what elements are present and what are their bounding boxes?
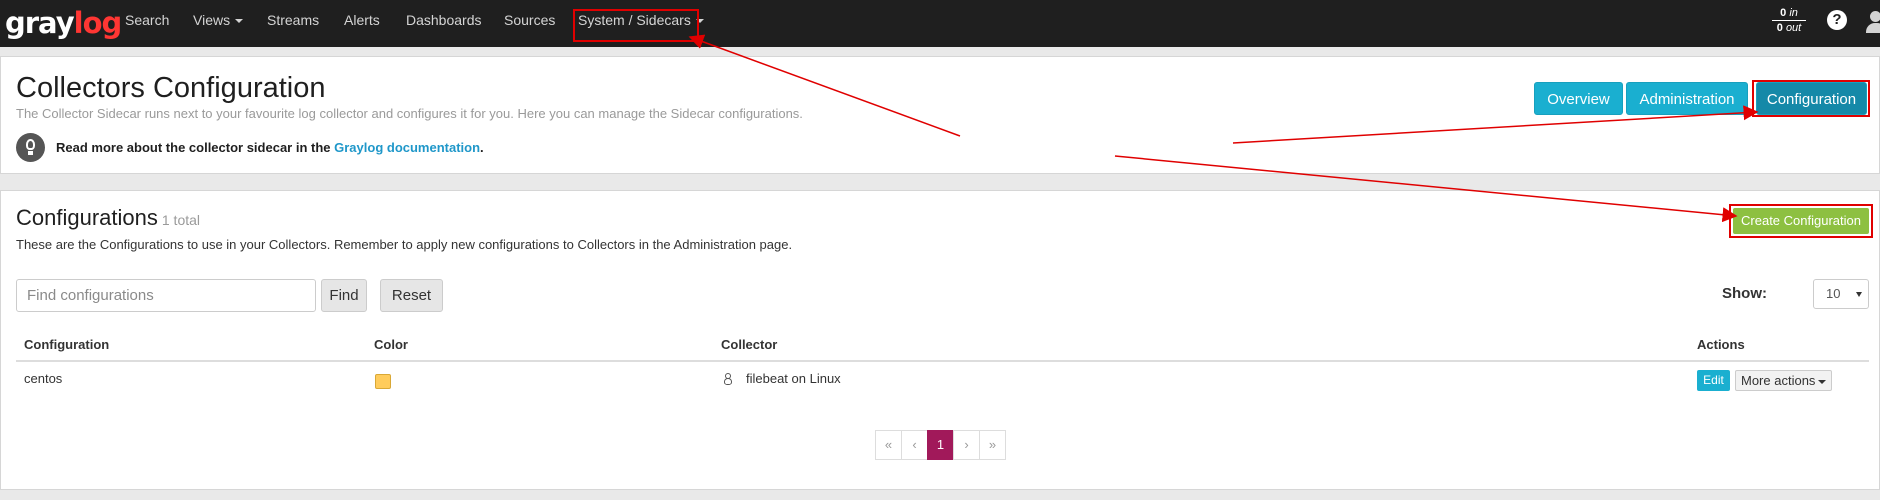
column-header-configuration[interactable]: Configuration (24, 337, 109, 352)
more-actions-label: More actions (1741, 373, 1816, 388)
help-icon[interactable]: ? (1827, 10, 1847, 30)
highlight-box-create (1729, 204, 1873, 238)
read-more-text: Read more about the collector sidecar in… (56, 140, 484, 155)
edit-button[interactable]: Edit (1697, 370, 1730, 391)
pagination-first[interactable]: « (875, 430, 902, 460)
logo-text-gray: gray (5, 6, 75, 40)
nav-streams[interactable]: Streams (267, 12, 319, 28)
highlight-box-configuration (1752, 80, 1870, 117)
pagination-page-1[interactable]: 1 (927, 430, 954, 460)
more-actions-button[interactable]: More actions (1735, 370, 1832, 391)
table-header-divider (16, 360, 1869, 362)
nav-dashboards[interactable]: Dashboards (406, 12, 482, 28)
configuration-name[interactable]: centos (24, 371, 62, 386)
throughput-in-label: in (1789, 7, 1798, 19)
overview-button[interactable]: Overview (1534, 82, 1623, 115)
user-icon-body (1866, 23, 1880, 33)
color-swatch (375, 374, 391, 389)
find-button[interactable]: Find (321, 279, 367, 312)
nav-alerts[interactable]: Alerts (344, 12, 380, 28)
collector-name: filebeat on Linux (746, 371, 841, 386)
nav-search[interactable]: Search (125, 12, 169, 28)
reset-button[interactable]: Reset (380, 279, 443, 312)
logo-text-log: log (73, 6, 123, 40)
graylog-logo[interactable]: graylog (5, 6, 123, 40)
caret-down-icon (235, 19, 244, 24)
page-size-value: 10 (1826, 286, 1841, 301)
read-more-suffix: . (480, 140, 484, 155)
read-more-prefix: Read more about the collector sidecar in… (56, 140, 331, 155)
column-header-collector[interactable]: Collector (721, 337, 777, 352)
caret-down-icon (1818, 379, 1827, 384)
throughput-in-value: 0 (1780, 7, 1787, 19)
user-icon-head (1870, 11, 1880, 22)
page-description: The Collector Sidecar runs next to your … (16, 106, 803, 121)
highlight-box-system (573, 9, 699, 42)
section-title: Configurations 1 total (16, 205, 200, 231)
section-title-text: Configurations (16, 205, 158, 230)
column-header-actions: Actions (1697, 337, 1745, 352)
lightbulb-icon (16, 133, 45, 162)
user-icon[interactable] (1866, 11, 1880, 33)
column-header-color[interactable]: Color (374, 337, 408, 352)
chevron-down-icon (1856, 292, 1862, 297)
section-description: These are the Configurations to use in y… (16, 237, 793, 252)
nav-views-label: Views (193, 12, 231, 28)
linux-icon (723, 373, 733, 385)
total-count: 1 total (161, 212, 201, 228)
search-input[interactable] (16, 279, 316, 312)
throughput-indicator[interactable]: 0 in 0 out (1772, 6, 1806, 35)
nav-sources[interactable]: Sources (504, 12, 555, 28)
pagination-next[interactable]: › (953, 430, 980, 460)
top-navbar: graylog Search Views Streams Alerts Dash… (0, 0, 1880, 47)
page-title: Collectors Configuration (16, 72, 326, 104)
pagination: « ‹ 1 › » (875, 430, 1006, 460)
nav-views[interactable]: Views (193, 12, 244, 28)
graylog-documentation-link[interactable]: Graylog documentation (334, 140, 480, 155)
show-label: Show: (1722, 285, 1767, 302)
throughput-out-label: out (1785, 22, 1802, 34)
administration-button[interactable]: Administration (1626, 82, 1748, 115)
pagination-prev[interactable]: ‹ (901, 430, 928, 460)
pagination-last[interactable]: » (979, 430, 1006, 460)
page-size-select[interactable]: 10 (1813, 279, 1869, 309)
throughput-out-value: 0 (1776, 22, 1783, 34)
